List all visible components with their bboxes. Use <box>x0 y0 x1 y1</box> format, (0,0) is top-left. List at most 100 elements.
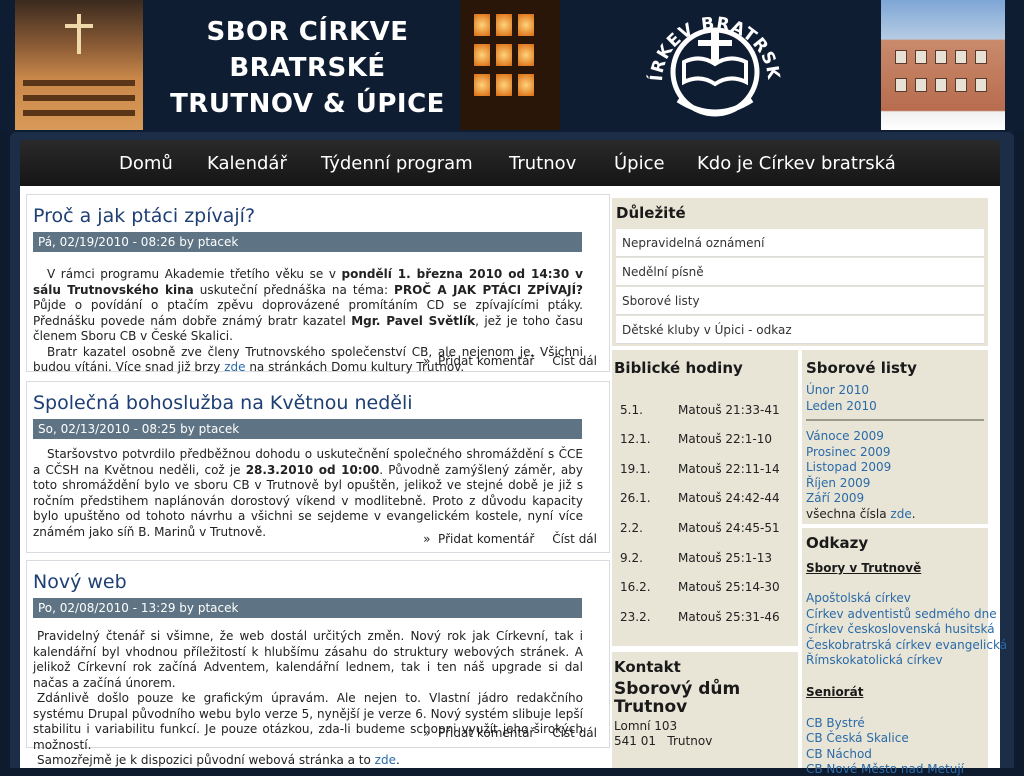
site-header: SBOR CÍRKVE BRATRSKÉ TRUTNOV & ÚPICE CÍR… <box>0 0 1024 132</box>
all-issues-link[interactable]: zde <box>890 507 911 521</box>
article-meta: Po, 02/08/2010 - 13:29 by ptacek <box>33 598 582 618</box>
links-block: Odkazy Sbory v Trutnově Apoštolská círke… <box>802 528 1007 776</box>
nav-item-calendar[interactable]: Kalendář <box>207 140 287 186</box>
nav-item-about[interactable]: Kdo je Církev bratrská <box>697 140 896 186</box>
add-comment-link[interactable]: » Přidat komentář <box>423 726 534 740</box>
main-nav: Domů Kalendář Týdenní program Trutnov Úp… <box>20 140 1000 186</box>
read-more-link[interactable]: Číst dál <box>552 532 597 546</box>
article-body: Pravidelný čtenář si všimne, že web dost… <box>33 629 583 769</box>
important-item[interactable]: Sborové listy <box>616 287 984 315</box>
article-paragraph: Zdánlivě došlo pouze ke grafickým úpravá… <box>33 691 583 752</box>
window-pane <box>474 74 490 96</box>
divider <box>806 419 984 421</box>
newsletter-link[interactable]: Únor 2010 <box>806 383 869 397</box>
article-node: Nový web Po, 02/08/2010 - 13:29 by ptace… <box>26 560 610 767</box>
bible-row: 19.1. Matouš 22:11-14 <box>620 462 780 476</box>
house-window <box>935 50 947 64</box>
window-pane <box>518 44 534 66</box>
here-link[interactable]: zde <box>224 360 245 374</box>
house-window <box>895 78 907 92</box>
window-pane <box>518 74 534 96</box>
article-title[interactable]: Nový web <box>33 571 127 593</box>
article-paragraph: Staršovstvo potvrdilo předběžnou dohodu … <box>33 447 583 539</box>
window-pane <box>496 44 512 66</box>
article-title[interactable]: Společná bohoslužba na Květnou neděli <box>33 392 413 414</box>
bible-row: 23.2. Matouš 25:31-46 <box>620 610 780 624</box>
important-item[interactable]: Dětské kluby v Úpici - odkaz <box>616 316 984 344</box>
site-title-line: BRATRSKÉ <box>229 53 386 83</box>
seniorat-link[interactable]: CB Náchod <box>806 747 872 761</box>
content-area: Proč a jak ptáci zpívají? Pá, 02/19/2010… <box>20 186 1007 776</box>
site-title-line: SBOR CÍRKVE <box>206 17 409 47</box>
nav-item-upice[interactable]: Úpice <box>614 140 665 186</box>
article-links: » Přidat komentář Číst dál <box>409 354 597 368</box>
site-title: SBOR CÍRKVE BRATRSKÉ TRUTNOV & ÚPICE <box>165 14 450 122</box>
block-title: Biblické hodiny <box>614 359 743 377</box>
nav-item-weekly-program[interactable]: Týdenní program <box>321 140 473 186</box>
window-pane <box>496 14 512 36</box>
article-paragraph: Samozřejmě je k dispozici původní webová… <box>37 753 400 767</box>
read-more-link[interactable]: Číst dál <box>552 726 597 740</box>
article-links: » Přidat komentář Číst dál <box>409 726 597 740</box>
bible-row: 16.2. Matouš 25:14-30 <box>620 580 780 594</box>
lit-window-photo <box>460 0 560 130</box>
add-comment-link[interactable]: » Přidat komentář <box>423 354 534 368</box>
contact-heading: Sborový dům Trutnov <box>614 679 741 717</box>
parish-house-photo <box>881 0 1005 130</box>
window-pane <box>518 14 534 36</box>
site-title-line: TRUTNOV & ÚPICE <box>170 89 445 119</box>
church-link[interactable]: Římskokatolická církev <box>806 653 943 667</box>
church-link[interactable]: Českobratrská církev evangelická <box>806 638 1007 652</box>
article-links: » Přidat komentář Číst dál <box>409 532 597 546</box>
bible-row: 12.1. Matouš 22:1-10 <box>620 432 772 446</box>
window-pane <box>474 44 490 66</box>
article-title[interactable]: Proč a jak ptáci zpívají? <box>33 205 255 227</box>
cross-vertical <box>77 14 81 54</box>
newsletter-link[interactable]: Listopad 2009 <box>806 460 891 474</box>
block-title: Důležité <box>616 204 686 222</box>
article-meta: Pá, 02/19/2010 - 08:26 by ptacek <box>33 232 582 252</box>
bible-hours-block: Biblické hodiny 5.1. Matouš 21:33-41 12.1… <box>612 350 798 646</box>
cross-horizontal <box>65 24 93 28</box>
newsletter-link[interactable]: Leden 2010 <box>806 399 877 413</box>
article-paragraph: Pravidelný čtenář si všimne, že web dost… <box>33 629 583 690</box>
contact-city: 541 01 Trutnov <box>614 734 713 748</box>
house-window <box>955 50 967 64</box>
seniorat-link[interactable]: CB Česká Skalice <box>806 731 909 745</box>
links-subheading[interactable]: Sbory v Trutnově <box>806 561 921 575</box>
seniorat-link[interactable]: CB Bystré <box>806 716 865 730</box>
pew <box>23 110 135 116</box>
house-window <box>935 78 947 92</box>
here-link[interactable]: zde <box>375 753 396 767</box>
block-title: Sborové listy <box>806 359 917 377</box>
read-more-link[interactable]: Číst dál <box>552 354 597 368</box>
nav-item-home[interactable]: Domů <box>119 140 173 186</box>
newsletter-link[interactable]: Prosinec 2009 <box>806 445 891 459</box>
church-link[interactable]: Církev československá husitská <box>806 622 995 636</box>
newsletter-link[interactable]: Září 2009 <box>806 491 864 505</box>
links-subheading[interactable]: Seniorát <box>806 685 863 699</box>
house-window <box>895 50 907 64</box>
article-body: Staršovstvo potvrdilo předběžnou dohodu … <box>33 447 583 540</box>
important-item[interactable]: Nepravidelná oznámení <box>616 229 984 257</box>
contact-street: Lomní 103 <box>614 719 678 733</box>
church-link[interactable]: Církev adventistů sedmého dne <box>806 607 997 621</box>
church-link[interactable]: Apoštolská církev <box>806 591 911 605</box>
all-issues-text: všechna čísla zde. <box>806 507 916 521</box>
seniorat-link[interactable]: CB Nové Město nad Metují <box>806 762 964 776</box>
nav-item-trutnov[interactable]: Trutnov <box>509 140 576 186</box>
important-block: Důležité Nepravidelná oznámení Nedělní p… <box>612 198 988 346</box>
window-pane <box>474 14 490 36</box>
house-window <box>975 78 987 92</box>
article-node: Společná bohoslužba na Květnou neděli So… <box>26 381 610 553</box>
newsletter-link[interactable]: Vánoce 2009 <box>806 429 884 443</box>
important-item[interactable]: Nedělní písně <box>616 258 984 286</box>
pew <box>23 80 135 86</box>
house-window <box>955 78 967 92</box>
newsletter-link[interactable]: Říjen 2009 <box>806 476 870 490</box>
sidebar: Důležité Nepravidelná oznámení Nedělní p… <box>610 186 1007 776</box>
newsletter-block: Sborové listy Únor 2010 Leden 2010 Vánoc… <box>802 350 988 524</box>
bible-row: 9.2. Matouš 25:1-13 <box>620 551 772 565</box>
church-interior-photo <box>15 0 143 130</box>
add-comment-link[interactable]: » Přidat komentář <box>423 532 534 546</box>
